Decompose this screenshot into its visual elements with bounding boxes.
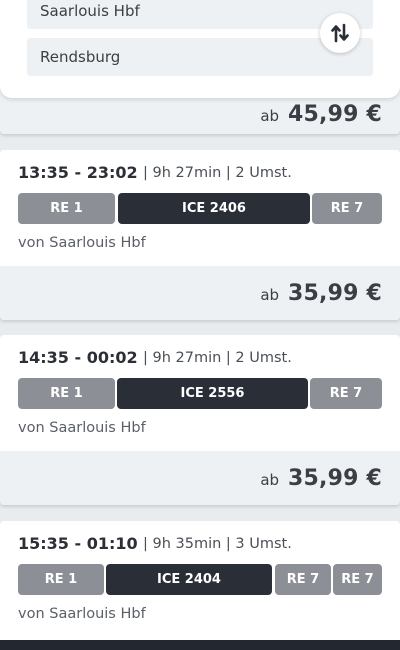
price-row[interactable]: ab 35,99 € bbox=[0, 266, 400, 320]
price-amount: 35,99 € bbox=[288, 465, 382, 491]
swap-stations-button[interactable] bbox=[320, 13, 360, 53]
to-station-field[interactable]: Rendsburg bbox=[27, 38, 373, 76]
price-prefix: ab bbox=[260, 470, 280, 489]
train-leg: RE 1 bbox=[18, 378, 115, 409]
train-leg: ICE 2406 bbox=[118, 193, 310, 224]
search-panel: Saarlouis Hbf Rendsburg bbox=[0, 0, 400, 98]
train-leg: RE 7 bbox=[275, 564, 331, 595]
price-amount: 45,99 € bbox=[288, 101, 382, 127]
train-legs-bar: RE 1 ICE 2406 RE 7 bbox=[18, 193, 382, 224]
train-leg: ICE 2556 bbox=[117, 378, 308, 409]
price-amount: 35,99 € bbox=[288, 280, 382, 306]
price-prefix: ab bbox=[260, 285, 280, 304]
train-legs-bar: RE 1 ICE 2556 RE 7 bbox=[18, 378, 382, 409]
price-row[interactable]: ab 35,99 € bbox=[0, 451, 400, 505]
departure-station-text: von Saarlouis Hbf bbox=[18, 235, 146, 251]
bottom-navigation-bar bbox=[0, 640, 400, 650]
train-leg: ICE 2404 bbox=[106, 564, 272, 595]
swap-vertical-arrows-icon bbox=[331, 23, 349, 43]
price-prefix: ab bbox=[260, 106, 280, 125]
train-legs-bar: RE 1 ICE 2404 RE 7 RE 7 bbox=[18, 564, 382, 595]
connection-card[interactable]: 15:35 - 01:10 | 9h 35min | 3 Umst. RE 1 … bbox=[0, 521, 400, 640]
train-leg: RE 1 bbox=[18, 193, 115, 224]
departure-station-text: von Saarlouis Hbf bbox=[18, 606, 146, 622]
connection-duration-transfers: | 9h 35min | 3 Umst. bbox=[143, 536, 292, 552]
connection-times: 15:35 - 01:10 bbox=[18, 534, 138, 553]
connection-card[interactable]: 13:35 - 23:02 | 9h 27min | 2 Umst. RE 1 … bbox=[0, 150, 400, 266]
train-leg: RE 1 bbox=[18, 564, 104, 595]
departure-station-text: von Saarlouis Hbf bbox=[18, 420, 146, 436]
connection-duration-transfers: | 9h 27min | 2 Umst. bbox=[143, 165, 292, 181]
train-leg: RE 7 bbox=[333, 564, 382, 595]
connection-duration-transfers: | 9h 27min | 2 Umst. bbox=[143, 350, 292, 366]
connection-times: 14:35 - 00:02 bbox=[18, 348, 138, 367]
train-leg: RE 7 bbox=[310, 378, 382, 409]
connection-times: 13:35 - 23:02 bbox=[18, 163, 138, 182]
train-leg: RE 7 bbox=[312, 193, 382, 224]
connection-card[interactable]: 14:35 - 00:02 | 9h 27min | 2 Umst. RE 1 … bbox=[0, 335, 400, 451]
